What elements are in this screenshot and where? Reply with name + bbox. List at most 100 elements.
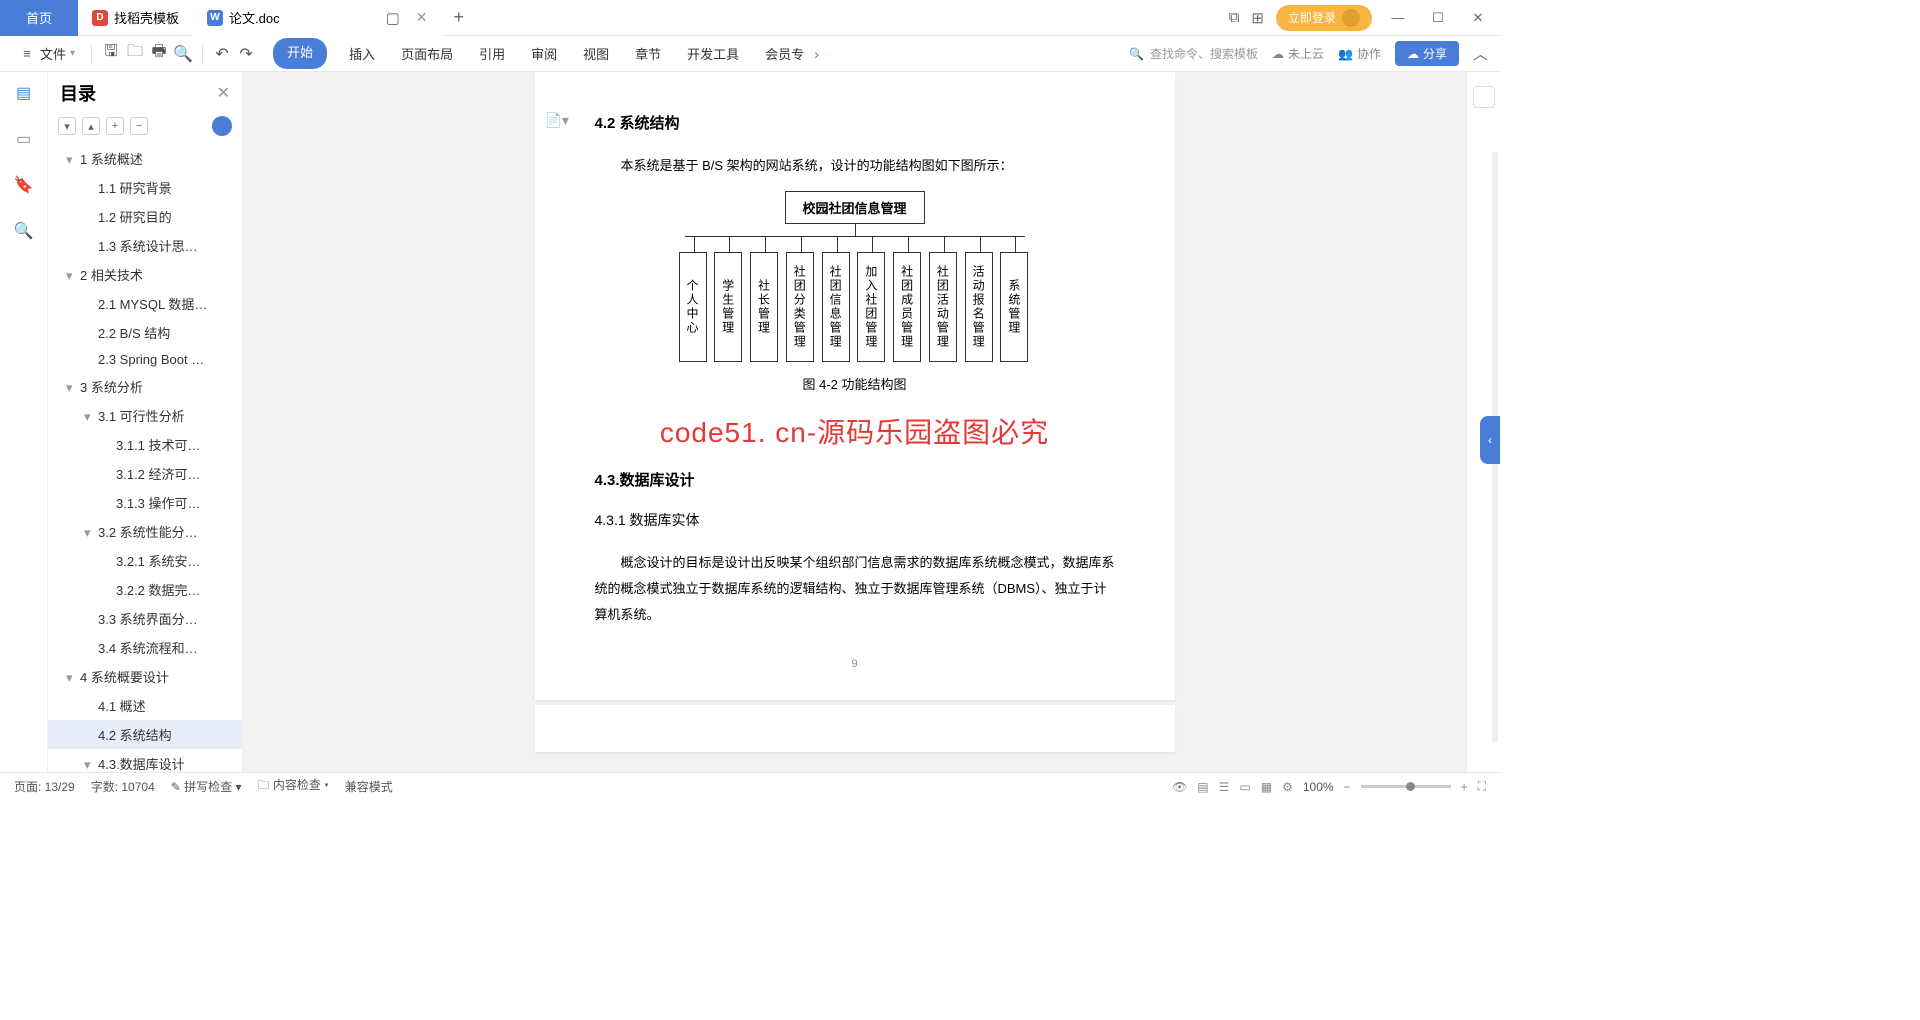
outline-item[interactable]: 3.2.2 数据完… (48, 575, 242, 604)
zoom-out-button[interactable]: − (1344, 780, 1351, 794)
menu-tab-8[interactable]: 会员专 (761, 38, 808, 69)
outline-item[interactable]: ▾4.3.数据库设计 (48, 749, 242, 772)
reader-icon[interactable]: ⧉ (1229, 9, 1240, 26)
outline-item[interactable]: 3.1.3 操作可… (48, 488, 242, 517)
login-button[interactable]: 立即登录 (1276, 5, 1372, 31)
word-count[interactable]: 字数: 10704 (91, 778, 155, 795)
outline-icon[interactable]: ▤ (13, 82, 35, 104)
cloud-status[interactable]: ☁未上云 (1272, 45, 1324, 62)
expand-all-button[interactable]: ▴ (82, 117, 100, 135)
tab-document[interactable]: W 论文.doc ▢ ✕ (193, 0, 442, 36)
save-icon[interactable]: 🖫 (102, 45, 120, 63)
share-button[interactable]: ☁分享 (1395, 41, 1459, 66)
outline-item[interactable]: ▾1 系统概述 (48, 144, 242, 173)
outline-item[interactable]: 4.1 概述 (48, 691, 242, 720)
outline-item[interactable]: ▾3.2 系统性能分… (48, 517, 242, 546)
view-outline-icon[interactable]: ☰ (1219, 780, 1230, 794)
outline-item[interactable]: ▾3 系统分析 (48, 372, 242, 401)
content-check-button[interactable]: 🗀 内容检查 ▾ (258, 776, 329, 797)
minimize-button[interactable]: — (1384, 4, 1412, 32)
bookmark-icon[interactable]: 🔖 (13, 174, 35, 196)
document-canvas[interactable]: 📄▾ 4.2 系统结构 本系统是基于 B/S 架构的网站系统，设计的功能结构图如… (243, 72, 1466, 772)
collab-button[interactable]: 👥协作 (1338, 45, 1381, 62)
zoom-label[interactable]: 100% (1303, 780, 1334, 794)
zoom-in-button[interactable]: + (1461, 780, 1468, 794)
layers-icon[interactable]: ▭ (13, 128, 35, 150)
menu-tab-0[interactable]: 开始 (273, 38, 327, 69)
settings-icon[interactable]: ⚙ (1282, 780, 1293, 794)
remove-button[interactable]: − (130, 117, 148, 135)
zoom-slider[interactable] (1361, 785, 1451, 788)
diagram-leaf: 社团活动管理 (929, 252, 959, 362)
preview-icon[interactable]: 🔍 (174, 45, 192, 63)
tab-template[interactable]: D 找稻壳模板 (78, 0, 193, 36)
eye-icon[interactable]: 👁 (1172, 780, 1187, 794)
outline-item[interactable]: 2.3 Spring Boot … (48, 347, 242, 372)
chevron-down-icon[interactable]: ︿ (1473, 43, 1488, 64)
panel-toggle-button[interactable] (1473, 86, 1495, 108)
menu-tab-1[interactable]: 插入 (345, 38, 379, 69)
heading-4-3-1: 4.3.1 数据库实体 (595, 510, 1115, 530)
collapse-all-button[interactable]: ▾ (58, 117, 76, 135)
side-handle[interactable]: ‹ (1480, 416, 1500, 464)
menu-button[interactable]: ≡文件▾ (12, 40, 81, 67)
search-icon[interactable]: 🔍 (13, 220, 35, 242)
spellcheck-icon: ✎ (171, 780, 181, 794)
outline-item[interactable]: 2.1 MYSQL 数据… (48, 289, 242, 318)
page-indicator[interactable]: 页面: 13/29 (14, 778, 75, 795)
watermark-overlay: code51. cn-源码乐园盗图必究 (595, 411, 1115, 451)
figure-caption: 图 4-2 功能结构图 (595, 374, 1115, 393)
heading-4-3: 4.3.数据库设计 (595, 469, 1115, 490)
menu-tab-5[interactable]: 视图 (579, 38, 613, 69)
undo-icon[interactable]: ↶ (213, 45, 231, 63)
outline-item[interactable]: 1.1 研究背景 (48, 173, 242, 202)
outline-item[interactable]: ▾2 相关技术 (48, 260, 242, 289)
docer-icon: D (92, 10, 108, 26)
outline-tree: ▾1 系统概述1.1 研究背景1.2 研究目的1.3 系统设计思…▾2 相关技术… (48, 144, 242, 772)
diagram-leaf: 学生管理 (714, 252, 744, 362)
add-tab-button[interactable]: + (442, 7, 477, 28)
view-read-icon[interactable]: ▦ (1261, 780, 1272, 794)
apps-icon[interactable]: ⊞ (1251, 9, 1264, 27)
outline-item[interactable]: 2.2 B/S 结构 (48, 318, 242, 347)
more-menu-icon[interactable]: › (814, 46, 819, 62)
outline-item[interactable]: 1.2 研究目的 (48, 202, 242, 231)
redo-icon[interactable]: ↷ (237, 45, 255, 63)
sync-icon[interactable] (212, 116, 232, 136)
menu-tab-7[interactable]: 开发工具 (683, 38, 743, 69)
menu-tab-3[interactable]: 引用 (475, 38, 509, 69)
menu-tab-6[interactable]: 章节 (631, 38, 665, 69)
outline-item[interactable]: 3.3 系统界面分… (48, 604, 242, 633)
close-icon[interactable]: ✕ (217, 83, 230, 103)
maximize-button[interactable]: ☐ (1424, 4, 1452, 32)
command-search[interactable]: 🔍 查找命令、搜索模板 (1129, 45, 1258, 62)
page-options-icon[interactable]: 📄▾ (545, 112, 569, 129)
outline-item[interactable]: 3.2.1 系统安… (48, 546, 242, 575)
outline-item[interactable]: ▾4 系统概要设计 (48, 662, 242, 691)
ribbon: ≡文件▾ 🖫 🗀 🖶 🔍 ↶ ↷ 开始插入页面布局引用审阅视图章节开发工具会员专… (0, 36, 1500, 72)
close-icon[interactable]: ✕ (416, 9, 428, 26)
diagram-leaf: 系统管理 (1000, 252, 1030, 362)
print-icon[interactable]: 🖶 (150, 45, 168, 63)
menu-tab-4[interactable]: 审阅 (527, 38, 561, 69)
outline-item[interactable]: 4.2 系统结构 (48, 720, 242, 749)
compat-mode[interactable]: 兼容模式 (345, 778, 393, 795)
spellcheck-button[interactable]: ✎ 拼写检查 ▾ (171, 778, 242, 795)
tab-home[interactable]: 首页 (0, 0, 78, 36)
close-button[interactable]: ✕ (1464, 4, 1492, 32)
menu-tab-2[interactable]: 页面布局 (397, 38, 457, 69)
outline-item[interactable]: ▾3.1 可行性分析 (48, 401, 242, 430)
view-page-icon[interactable]: ▤ (1197, 780, 1208, 794)
outline-item[interactable]: 1.3 系统设计思… (48, 231, 242, 260)
cloud-icon: ☁ (1272, 47, 1284, 61)
popout-icon[interactable]: ▢ (386, 9, 400, 27)
outline-item[interactable]: 3.4 系统流程和… (48, 633, 242, 662)
fullscreen-icon[interactable]: ⛶ (1478, 779, 1486, 794)
hamburger-icon: ≡ (18, 45, 36, 63)
view-web-icon[interactable]: ▭ (1239, 780, 1250, 794)
add-button[interactable]: + (106, 117, 124, 135)
heading-4-2: 4.2 系统结构 (595, 112, 1115, 133)
save-as-icon[interactable]: 🗀 (126, 45, 144, 63)
outline-item[interactable]: 3.1.1 技术可… (48, 430, 242, 459)
outline-item[interactable]: 3.1.2 经济可… (48, 459, 242, 488)
